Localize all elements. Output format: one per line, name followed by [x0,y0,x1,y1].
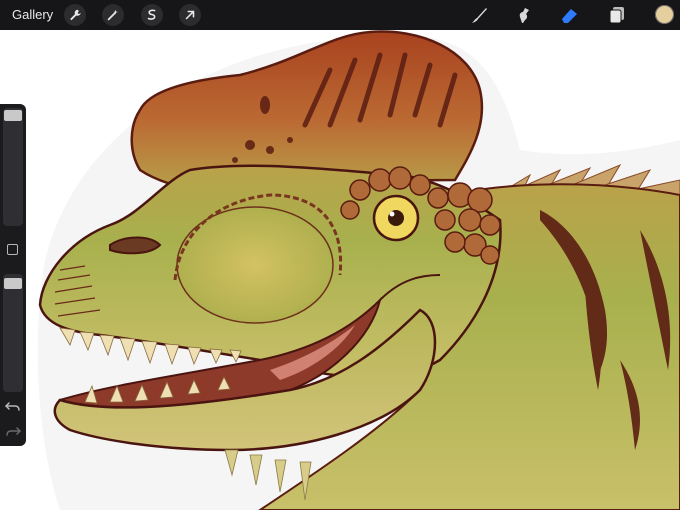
cheek [176,206,334,324]
wrench-icon[interactable] [64,4,86,26]
redo-icon[interactable] [5,424,21,438]
magic-wand-icon[interactable] [102,4,124,26]
selection-icon[interactable] [141,4,163,26]
eraser-icon[interactable] [557,3,581,27]
gallery-button[interactable]: Gallery [12,7,53,22]
brush-icon[interactable] [467,3,491,27]
modify-button[interactable] [7,244,18,255]
layers-icon[interactable] [605,3,629,27]
opacity-thumb[interactable] [4,278,22,289]
brush-size-slider[interactable] [3,108,23,226]
top-toolbar: Gallery [0,0,680,30]
opacity-slider[interactable] [3,274,23,392]
procreate-app: Gallery [0,0,680,510]
drawing-canvas[interactable] [0,30,680,510]
transform-arrow-icon[interactable] [179,4,201,26]
brush-size-thumb[interactable] [4,110,22,121]
color-picker-swatch[interactable] [655,5,674,24]
undo-icon[interactable] [5,399,21,413]
left-sidebar [0,104,26,446]
smudge-icon[interactable] [511,3,535,27]
dinosaur-illustration [37,30,680,510]
